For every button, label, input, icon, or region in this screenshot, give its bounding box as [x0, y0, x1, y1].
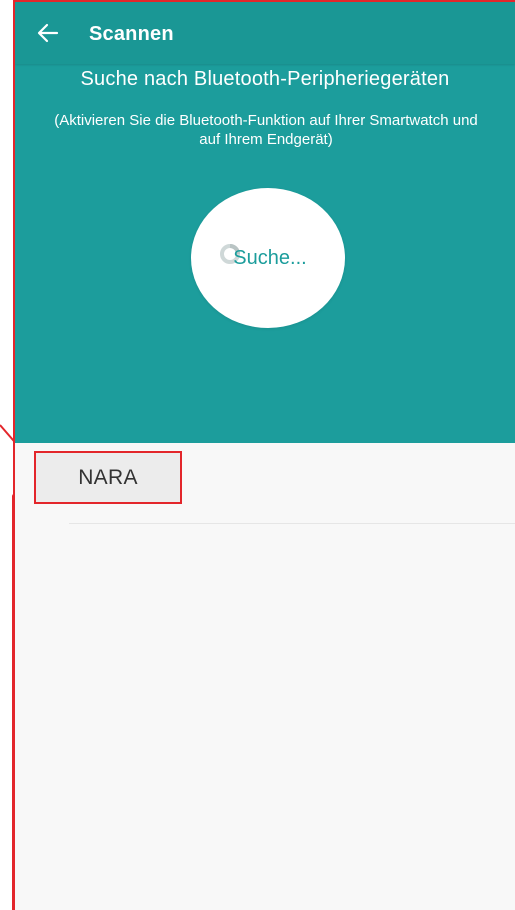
scan-instructions: (Aktivieren Sie die Bluetooth-Funktion a… — [54, 112, 478, 148]
scan-button[interactable]: Suche... — [191, 188, 345, 328]
scan-header: Scannen Suche nach Bluetooth-Peripherieg… — [15, 2, 515, 443]
scan-status: Suche... — [220, 243, 307, 270]
arrow-left-icon — [37, 23, 59, 43]
app-screen: Scannen Suche nach Bluetooth-Peripherieg… — [13, 0, 515, 910]
list-item-device-nara[interactable]: NARA — [15, 443, 515, 524]
page: Scannen Suche nach Bluetooth-Peripherieg… — [0, 0, 515, 910]
scan-headline: Suche nach Bluetooth-Peripheriegeräten — [80, 68, 450, 90]
device-entry[interactable]: NARA — [34, 451, 182, 504]
device-name: NARA — [78, 465, 138, 489]
back-button[interactable] — [33, 18, 63, 48]
device-list: NARA — [15, 443, 515, 524]
list-divider — [69, 523, 515, 524]
app-bar: Scannen — [15, 2, 515, 64]
page-title: Scannen — [89, 23, 174, 45]
scan-status-label: Suche... — [233, 246, 307, 269]
